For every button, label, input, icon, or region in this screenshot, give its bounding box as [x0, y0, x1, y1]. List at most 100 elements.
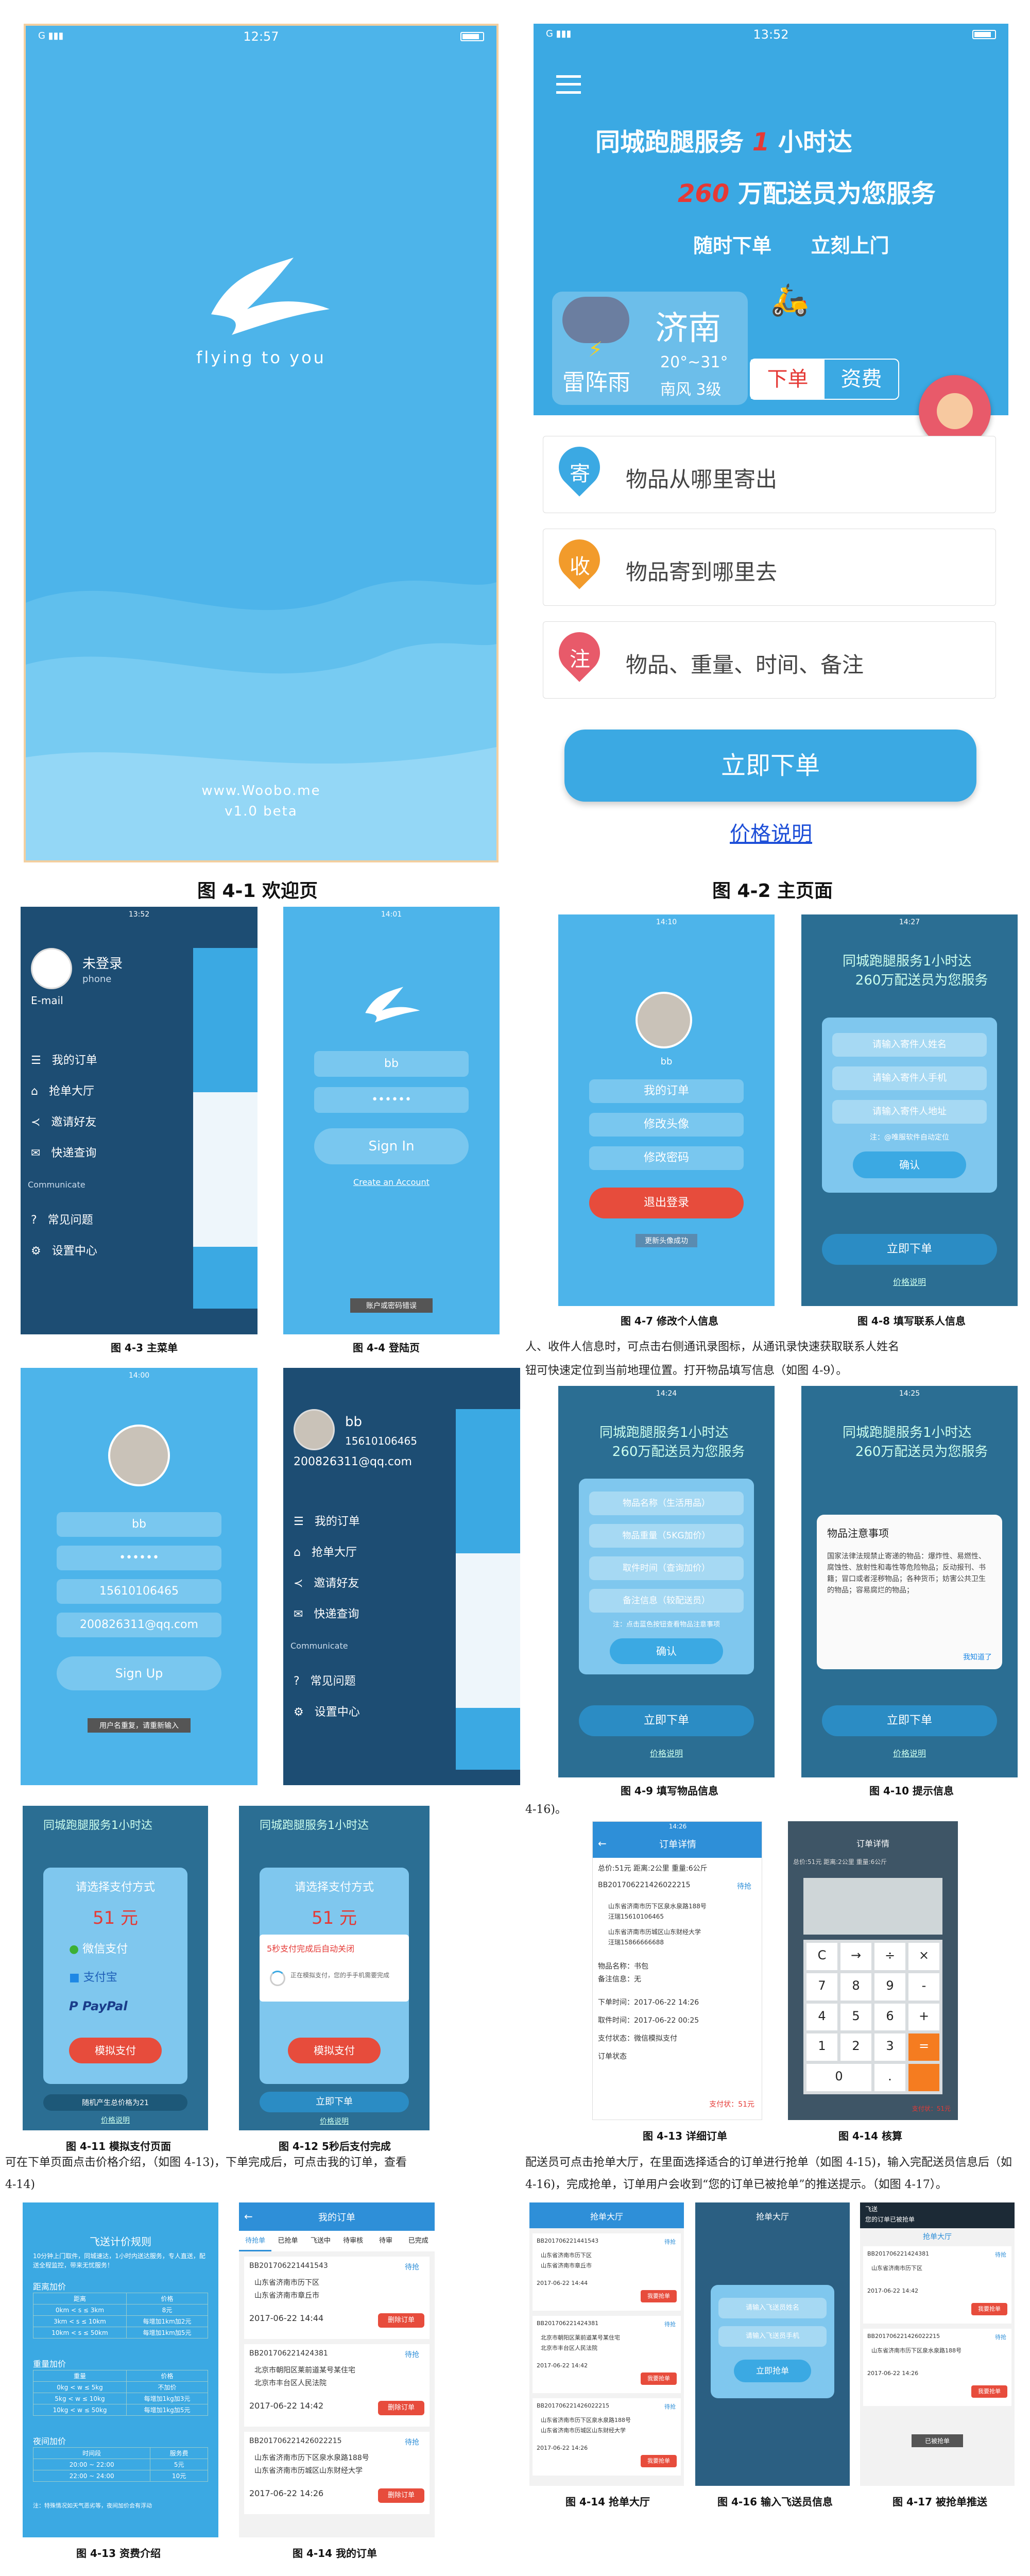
calc-key[interactable]: 9	[874, 1973, 905, 2001]
delete-order-button[interactable]: 删除订单	[378, 2488, 424, 2503]
list-item[interactable]: BB201706221424381 待抢 北京市朝阳区莱前道某号某住宅 北京市丰…	[533, 2316, 681, 2393]
ok-button[interactable]: 我知道了	[963, 1652, 992, 1662]
tab-grabbed[interactable]: 已抢单	[271, 2231, 304, 2251]
calc-key[interactable]: 0	[806, 2064, 871, 2091]
price-link[interactable]: 价格说明	[239, 2116, 430, 2126]
tab-delivering[interactable]: 飞送中	[304, 2231, 337, 2251]
item-name-input[interactable]: 物品名称（生活用品）	[589, 1492, 744, 1515]
remark-input[interactable]: 备注信息（较配送员）	[589, 1589, 744, 1613]
delete-order-button[interactable]: 删除订单	[378, 2401, 424, 2415]
paypal-option[interactable]: P PayPal	[69, 1999, 128, 2013]
delete-order-button[interactable]: 删除订单	[378, 2313, 424, 2328]
tab-fee[interactable]: 资费	[825, 360, 898, 399]
row-item-info[interactable]: 注 物品、重量、时间、备注	[543, 621, 996, 699]
order-now-button[interactable]: 立即下单	[260, 2092, 409, 2112]
change-avatar-button[interactable]: 修改头像	[589, 1113, 744, 1137]
sign-in-button[interactable]: Sign In	[314, 1128, 469, 1164]
menu-item-settings[interactable]: ⚙ 设置中心	[31, 1242, 97, 1258]
username-input[interactable]: bb	[57, 1512, 221, 1537]
menu-item-invite[interactable]: ≺ 邀请好友	[31, 1113, 96, 1129]
menu-item-invite[interactable]: ≺ 邀请好友	[294, 1574, 359, 1590]
price-link[interactable]: 价格说明	[801, 1747, 1018, 1759]
list-item[interactable]: BB201706221426022215 待抢 山东省济南市历下区泉水泉路188…	[863, 2329, 1011, 2406]
avatar[interactable]	[636, 992, 692, 1048]
sign-up-button[interactable]: Sign Up	[57, 1656, 221, 1690]
list-item[interactable]: BB201706221426022215 待抢 山东省济南市历下区泉水泉路188…	[533, 2398, 681, 2476]
price-link[interactable]: 价格说明	[23, 2115, 208, 2125]
calc-key[interactable]: C	[806, 1943, 837, 1970]
username-input[interactable]: bb	[314, 1051, 469, 1077]
confirm-button[interactable]: 确认	[610, 1638, 723, 1664]
create-account-link[interactable]: Create an Account	[283, 1177, 500, 1187]
password-input[interactable]: ••••••	[314, 1087, 469, 1113]
tab-pending[interactable]: 待抢单	[239, 2231, 272, 2251]
calc-key[interactable]: -	[908, 1973, 939, 2001]
order-now-button[interactable]: 立即下单	[822, 1234, 997, 1265]
calc-key[interactable]: 7	[806, 1973, 837, 2001]
calc-key[interactable]: 1	[806, 2033, 837, 2061]
calc-key[interactable]: ÷	[874, 1943, 905, 1970]
avatar[interactable]	[31, 948, 72, 989]
hamburger-menu-icon[interactable]	[556, 75, 581, 94]
sender-address-input[interactable]: 请输入寄件人地址	[832, 1100, 987, 1124]
grab-now-button[interactable]: 立即抢单	[734, 2360, 811, 2382]
grab-order-button[interactable]: 我要抢单	[641, 2372, 677, 2385]
change-password-button[interactable]: 修改密码	[589, 1146, 744, 1170]
order-now-button[interactable]: 立即下单	[564, 730, 976, 802]
phone-input[interactable]: 15610106465	[57, 1579, 221, 1604]
courier-phone-input[interactable]: 请输入飞送员手机	[718, 2326, 827, 2347]
menu-item-settings[interactable]: ⚙ 设置中心	[294, 1703, 360, 1719]
list-item[interactable]: BB201706221424381 待抢 山东省济南市历下区 2017-06-2…	[863, 2246, 1011, 2324]
wechat-option[interactable]: ● 微信支付	[69, 1940, 128, 1956]
calc-key[interactable]: 8	[840, 1973, 871, 2001]
my-orders-button[interactable]: 我的订单	[589, 1079, 744, 1103]
calc-key[interactable]: 5	[840, 2003, 871, 2031]
calc-key[interactable]: 2	[840, 2033, 871, 2061]
row-send-from[interactable]: 寄 物品从哪里寄出	[543, 436, 996, 513]
order-now-button[interactable]: 立即下单	[822, 1705, 997, 1736]
menu-item-orders[interactable]: ☰ 我的订单	[294, 1512, 360, 1529]
avatar[interactable]	[108, 1425, 170, 1486]
list-item[interactable]: BB201706221424381 待抢 北京市朝阳区莱前道某号某住宅 北京市丰…	[244, 2344, 430, 2427]
simulate-pay-button[interactable]: 模拟支付	[69, 2038, 162, 2063]
email-input[interactable]: 200826311@qq.com	[57, 1613, 221, 1637]
calc-key[interactable]: .	[874, 2064, 905, 2091]
tab-pending-review[interactable]: 待审	[369, 2231, 402, 2251]
courier-name-input[interactable]: 请输入飞送员姓名	[718, 2298, 827, 2318]
calc-key[interactable]: +	[908, 2003, 939, 2031]
logout-button[interactable]: 退出登录	[589, 1188, 744, 1218]
sender-name-input[interactable]: 请输入寄件人姓名	[832, 1033, 987, 1057]
calc-key[interactable]: 6	[874, 2003, 905, 2031]
calc-key[interactable]: ×	[908, 1943, 939, 1970]
push-banner[interactable]: 飞送 您的订单已被抢单	[860, 2202, 1015, 2228]
avatar[interactable]	[294, 1409, 335, 1450]
alipay-option[interactable]: ■ 支付宝	[69, 1968, 117, 1985]
sender-phone-input[interactable]: 请输入寄件人手机	[832, 1066, 987, 1090]
confirm-button[interactable]: 确认	[853, 1151, 966, 1178]
tab-order[interactable]: 下单	[751, 360, 825, 399]
calc-key[interactable]: →	[840, 1943, 871, 1970]
grab-order-button[interactable]: 我要抢单	[971, 2303, 1007, 2315]
menu-item-hall[interactable]: ⌂ 抢单大厅	[294, 1543, 357, 1560]
calc-key[interactable]: 4	[806, 2003, 837, 2031]
menu-item-orders[interactable]: ☰ 我的订单	[31, 1051, 97, 1067]
list-item[interactable]: BB201706221441543 待抢 山东省济南市历下区 山东省济南市章丘市…	[533, 2233, 681, 2311]
password-input[interactable]: ••••••	[57, 1546, 221, 1570]
price-link[interactable]: 价格说明	[534, 817, 1008, 847]
calc-key[interactable]: 3	[874, 2033, 905, 2061]
grab-order-button[interactable]: 我要抢单	[971, 2385, 1007, 2398]
tab-review[interactable]: 待审核	[337, 2231, 369, 2251]
simulate-pay-button[interactable]: 模拟支付	[288, 2038, 381, 2063]
menu-item-express[interactable]: ✉ 快递查询	[294, 1605, 359, 1621]
price-link[interactable]: 价格说明	[801, 1275, 1018, 1287]
list-item[interactable]: BB201706221426022215 待抢 山东省济南市历下区泉水泉路188…	[244, 2432, 430, 2514]
list-item[interactable]: BB201706221441543 待抢 山东省济南市历下区 山东省济南市章丘市…	[244, 2257, 430, 2339]
grab-order-button[interactable]: 我要抢单	[641, 2290, 677, 2302]
pickup-time-input[interactable]: 取件时间（查询加价）	[589, 1556, 744, 1580]
tab-done[interactable]: 已完成	[402, 2231, 435, 2251]
calc-key[interactable]: =	[908, 2033, 939, 2061]
menu-item-faq[interactable]: ? 常见问题	[31, 1211, 93, 1227]
row-send-to[interactable]: 收 物品寄到哪里去	[543, 529, 996, 606]
grab-order-button[interactable]: 我要抢单	[641, 2455, 677, 2467]
order-now-button[interactable]: 立即下单	[579, 1705, 754, 1736]
